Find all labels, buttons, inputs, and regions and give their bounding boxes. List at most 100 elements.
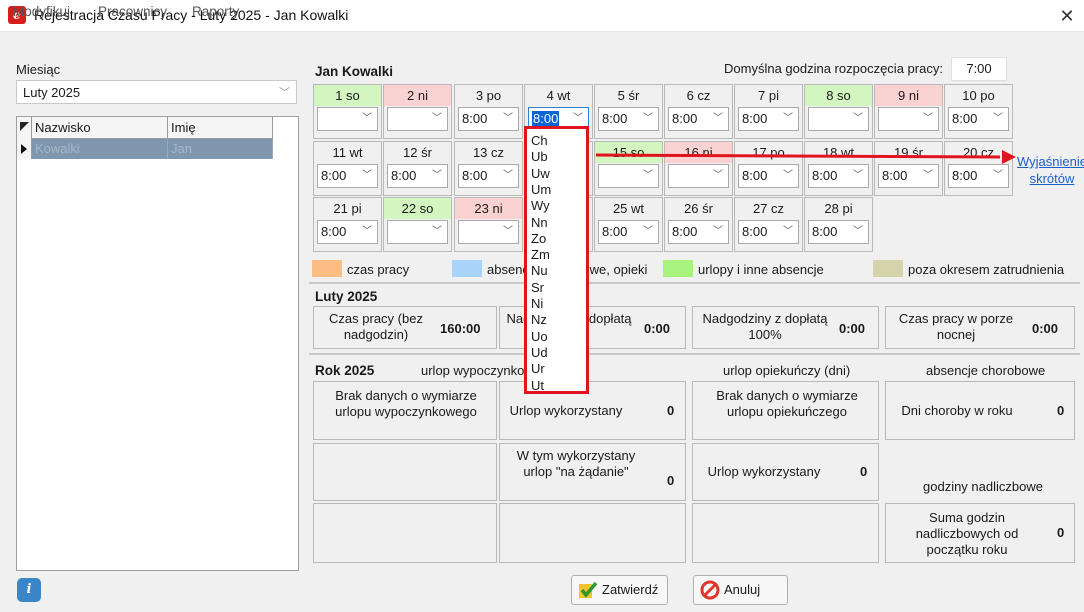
day-cell: 26 śr 8:00 ﹀	[664, 197, 733, 252]
stat-work-value: 160:00	[440, 321, 481, 336]
menu-bar	[0, 32, 1084, 56]
day-time-select[interactable]: 8:00 ﹀	[878, 164, 939, 188]
table-row[interactable]: Kowalki Jan	[17, 139, 273, 159]
day-time-select[interactable]: 8:00 ﹀	[317, 220, 378, 244]
day-time-select[interactable]: ﹀	[458, 220, 519, 244]
dropdown-option[interactable]: Nu	[531, 263, 548, 279]
column-header-surname[interactable]: Nazwisko	[32, 117, 168, 139]
day-time-select[interactable]: 8:00 ﹀	[668, 107, 729, 131]
day-time-select[interactable]: 8:00 ﹀	[948, 164, 1009, 188]
day-time-select[interactable]: 8:00 ﹀	[948, 107, 1009, 131]
day-time-value: 8:00	[462, 111, 488, 126]
day-time-select[interactable]: ﹀	[317, 107, 378, 131]
cell-name[interactable]: Jan	[168, 139, 273, 159]
day-time-select[interactable]: ﹀	[808, 107, 869, 131]
day-cell: 5 śr 8:00 ﹀	[594, 84, 663, 139]
on-demand-label: W tym wykorzystany urlop "na żądanie"	[516, 448, 636, 479]
dropdown-option[interactable]: Ud	[531, 345, 548, 361]
dropdown-option[interactable]: Ni	[531, 296, 543, 312]
day-time-select[interactable]: 8:00 ﹀	[808, 220, 869, 244]
chevron-down-icon: ﹀	[503, 113, 513, 124]
column-header-name[interactable]: Imię	[168, 117, 273, 139]
day-time-select[interactable]: 8:00 ﹀	[808, 164, 869, 188]
chevron-down-icon: ﹀	[923, 113, 933, 124]
legend-swatch-sick	[452, 260, 482, 277]
day-time-value: 8:00	[602, 111, 628, 126]
day-cell: 7 pi 8:00 ﹀	[734, 84, 803, 139]
day-time-select[interactable]: 8:00 ﹀	[458, 107, 519, 131]
dropdown-option[interactable]: Ut	[531, 378, 544, 394]
day-type-dropdown[interactable]: Ch Ub Uw Um Wy Nn Zo Zm Nu Sr Ni Nz Uo Ud Ur Ut	[524, 126, 589, 394]
stat-ot100-label: Nadgodziny z dopłatą 100%	[702, 311, 828, 342]
dropdown-option[interactable]: Wy	[531, 198, 550, 214]
dropdown-option[interactable]: Sr	[531, 280, 544, 296]
dropdown-option[interactable]: Ub	[531, 149, 548, 165]
link-line-2: skrótów	[1029, 171, 1075, 186]
day-time-select[interactable]: 8:00 ﹀	[387, 164, 448, 188]
stat-ot50-value: 0:00	[644, 321, 671, 336]
col-head-overtime: godziny nadliczbowe	[923, 479, 1043, 494]
day-header: 28 pi	[824, 201, 853, 216]
day-time-select[interactable]: ﹀	[387, 220, 448, 244]
day-cell: 9 ni ﹀	[874, 84, 943, 139]
day-time-select[interactable]: 8:00 ﹀	[598, 220, 659, 244]
chevron-down-icon: ﹀	[503, 170, 513, 181]
day-time-select[interactable]: 8:00 ﹀	[738, 220, 799, 244]
dropdown-option[interactable]: Zo	[531, 231, 546, 247]
dropdown-option[interactable]: Zm	[531, 247, 550, 263]
month-select[interactable]: Luty 2025 ﹀	[16, 80, 297, 104]
day-time-select[interactable]: 8:00 ﹀	[738, 164, 799, 188]
day-header: 2 ni	[384, 85, 451, 106]
day-time-select[interactable]: ﹀	[668, 164, 729, 188]
chevron-down-icon: ﹀	[713, 113, 723, 124]
legend-swatch-leave	[663, 260, 693, 277]
day-header: 6 cz	[686, 88, 711, 103]
shortcuts-explanation-link[interactable]: Wyjaśnienie skrótów	[1017, 153, 1084, 187]
day-time-select[interactable]: 8:00 ﹀	[458, 164, 519, 188]
menu-raporty[interactable]: Raporty	[192, 4, 239, 19]
day-time-select[interactable]: 8:00 ﹀	[598, 107, 659, 131]
info-icon[interactable]: i	[17, 578, 41, 602]
legend-swatch-outside	[873, 260, 903, 277]
day-time-select[interactable]: 8:00 ﹀	[668, 220, 729, 244]
divider	[309, 282, 1080, 284]
day-time-select[interactable]: ﹀	[598, 164, 659, 188]
day-time-value: 8:00	[742, 224, 768, 239]
grid-corner	[17, 117, 32, 139]
day-time-value: 8:00	[952, 111, 978, 126]
day-time-select[interactable]: 8:00 ﹀	[317, 164, 378, 188]
confirm-label: Zatwierdź	[602, 582, 659, 597]
dropdown-option[interactable]: Um	[531, 182, 551, 198]
dropdown-option[interactable]: Ch	[531, 133, 548, 149]
dropdown-option[interactable]: Uo	[531, 329, 548, 345]
dropdown-option[interactable]: Ur	[531, 361, 545, 377]
chevron-down-icon: ﹀	[432, 170, 442, 181]
dropdown-option[interactable]: Uw	[531, 166, 550, 182]
day-time-select[interactable]: 8:00 ﹀	[738, 107, 799, 131]
day-cell: 3 po 8:00 ﹀	[454, 84, 523, 139]
day-time-value: 8:00	[602, 224, 628, 239]
chevron-down-icon: ﹀	[993, 170, 1003, 181]
menu-modyfikuj[interactable]: Modyfikuj	[13, 4, 70, 19]
stat-night-label: Czas pracy w porze nocnej	[898, 311, 1014, 342]
default-start-input[interactable]: 7:00	[951, 57, 1007, 81]
link-line-1: Wyjaśnienie	[1017, 154, 1084, 169]
close-icon[interactable]: ✕	[1055, 4, 1079, 28]
day-time-value: 8:00	[672, 224, 698, 239]
day-cell: 2 ni ﹀	[383, 84, 452, 139]
month-select-value: Luty 2025	[23, 85, 81, 100]
year-care-nodata: Brak danych o wymiarze urlopu opiekuńcze…	[692, 381, 879, 440]
chevron-down-icon: ﹀	[643, 226, 653, 237]
day-header: 26 śr	[684, 201, 713, 216]
employee-grid: Nazwisko Imię Kowalki Jan	[16, 116, 299, 571]
day-header: 22 so	[384, 198, 451, 219]
dropdown-option[interactable]: Nz	[531, 312, 547, 328]
confirm-button[interactable]: Zatwierdź	[571, 575, 668, 605]
menu-pracownicy[interactable]: Pracownicy	[98, 4, 167, 19]
cell-surname[interactable]: Kowalki	[32, 139, 168, 159]
cancel-button[interactable]: Anuluj	[693, 575, 788, 605]
dropdown-option[interactable]: Nn	[531, 215, 548, 231]
day-time-select[interactable]: ﹀	[387, 107, 448, 131]
day-time-select[interactable]: ﹀	[878, 107, 939, 131]
day-time-value: 8:00	[812, 168, 838, 183]
